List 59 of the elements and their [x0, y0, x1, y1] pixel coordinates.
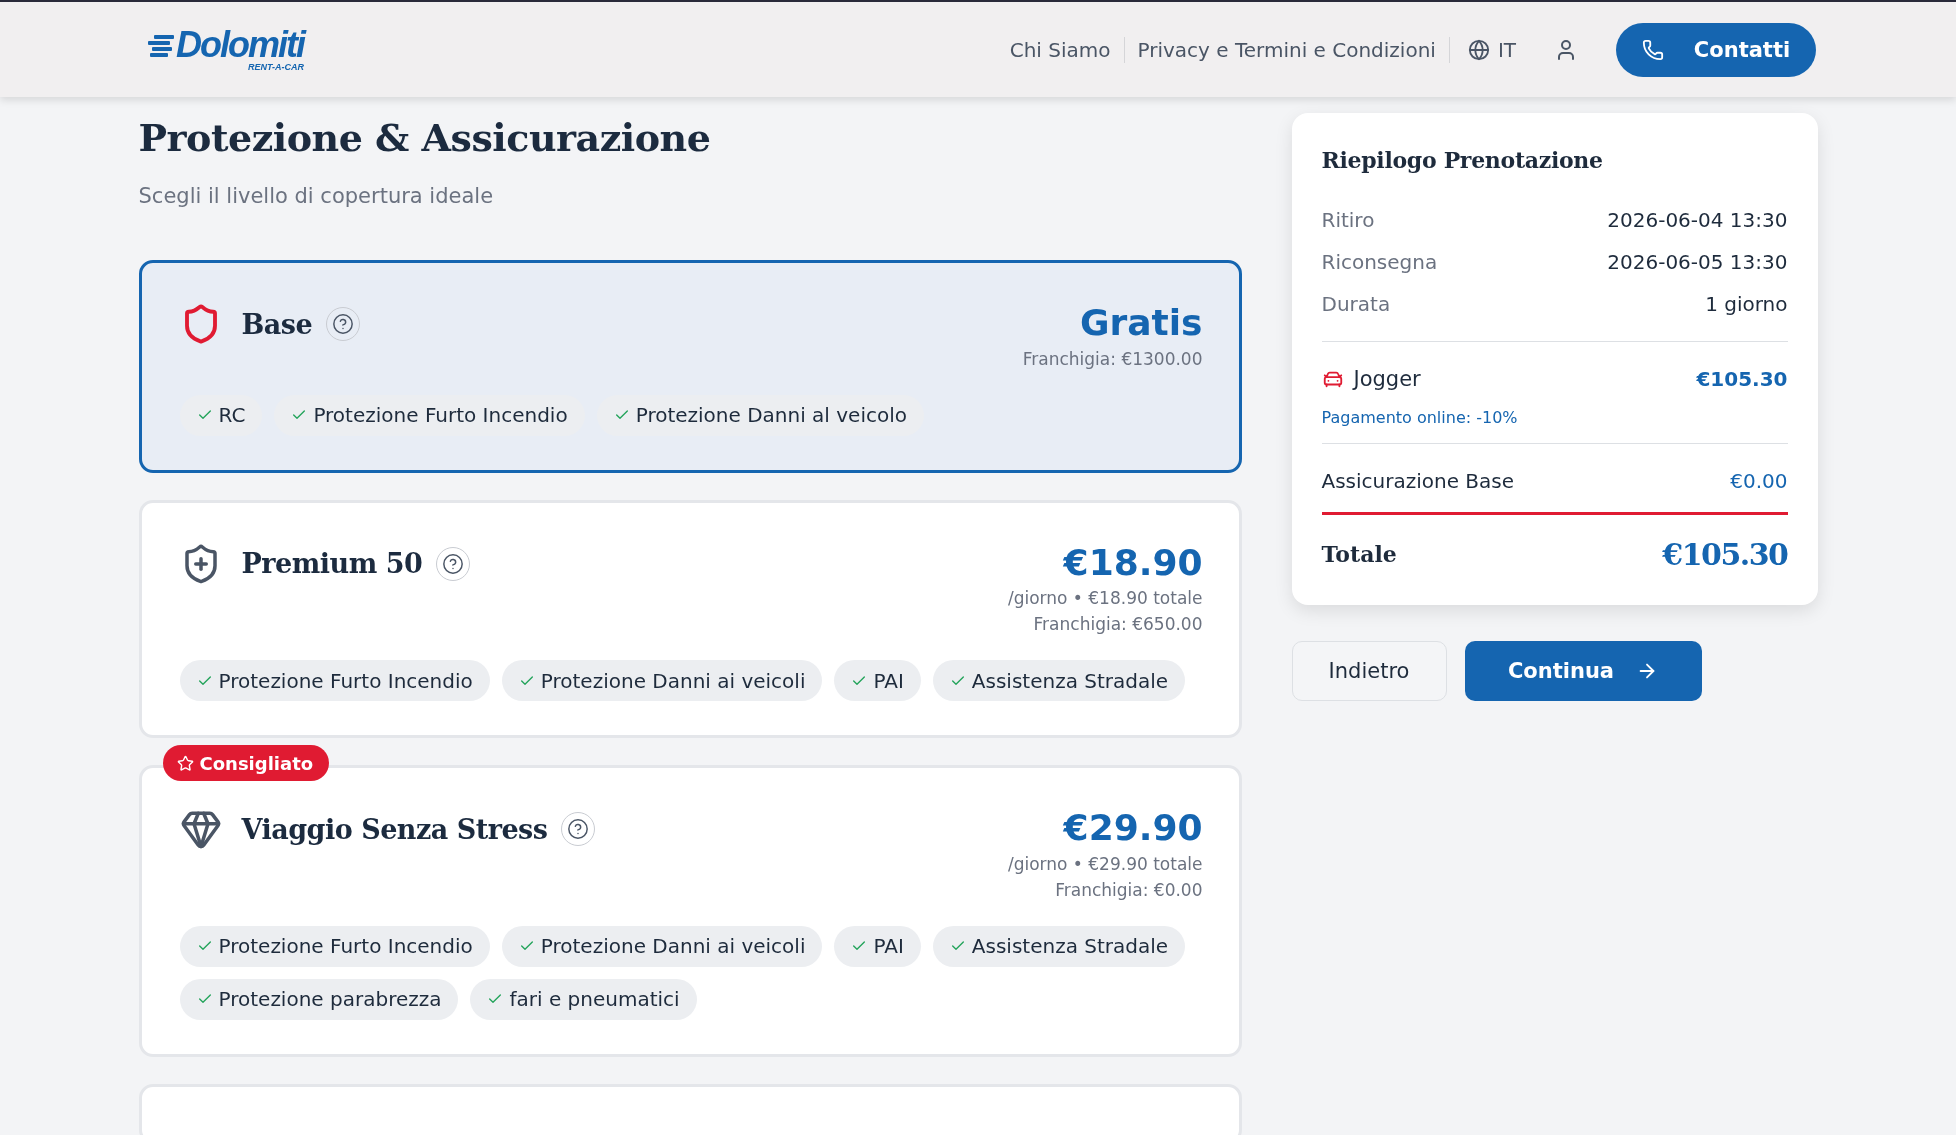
feature-chip: PAI: [834, 660, 921, 702]
continue-button[interactable]: Continua: [1464, 641, 1702, 701]
vehicle-name: Jogger: [1353, 367, 1421, 391]
feature-chip: Protezione Furto Incendio: [179, 660, 490, 702]
globe-icon: [1467, 38, 1490, 61]
summary-label: Durata: [1321, 292, 1391, 316]
plan-price: Gratis: [1079, 303, 1203, 343]
feature-chip: Protezione Furto Incendio: [274, 394, 585, 436]
summary-title: Riepilogo Prenotazione: [1321, 147, 1604, 173]
logo-tagline: RENT-A-CAR: [248, 63, 304, 72]
feature-chip: Protezione Furto Incendio: [179, 925, 490, 967]
help-icon: [567, 818, 590, 841]
page-subtitle: Scegli il livello di copertura ideale: [138, 184, 495, 208]
feature-chip: PAI: [834, 925, 921, 967]
feature-chip: RC: [179, 394, 263, 436]
plan-card[interactable]: Base Gratis Franchigia: €1300.00 RC Protezione Furto Incendio Protezione Danni al veicolo: [138, 260, 1242, 473]
summary-value: 2026-06-05 13:30: [1607, 250, 1788, 274]
language-selector[interactable]: IT: [1449, 37, 1534, 62]
discount-note: Pagamento online: -10%: [1321, 408, 1519, 427]
vehicle-price: €105.30: [1696, 367, 1788, 391]
page-title: Protezione & Assicurazione: [138, 115, 712, 160]
nav-link[interactable]: Privacy e Termini e Condizioni: [1124, 36, 1450, 63]
feature-chip: fari e pneumatici: [470, 978, 697, 1020]
daily-price: /giorno • €18.90 totale: [1007, 588, 1203, 609]
summary-label: Riconsegna: [1321, 250, 1438, 274]
feature-chip: Assistenza Stradale: [932, 925, 1186, 967]
phone-icon: [1641, 38, 1664, 61]
feature-chip: Protezione Danni al veicolo: [596, 394, 924, 436]
daily-price: /giorno • €29.90 totale: [1007, 853, 1203, 874]
star-icon: [176, 754, 194, 772]
deductible-text: Franchigia: €1300.00: [1022, 348, 1203, 369]
deductible-text: Franchigia: €650.00: [1033, 614, 1203, 635]
plan-card[interactable]: Premium 50 €18.90 /giorno • €18.90 totale Franchigia: €650.00 Protezione Furto Incendio Protezione Danni ai veicoli PAI Assistenza Stradale: [138, 499, 1242, 739]
deductible-text: Franchigia: €0.00: [1055, 879, 1203, 900]
feature-chip: Protezione parabrezza: [179, 978, 459, 1020]
summary-value: 1 giorno: [1705, 292, 1788, 316]
feature-chip: Protezione Danni ai veicoli: [501, 925, 823, 967]
total-price: €105.30: [1662, 536, 1788, 572]
nav-link[interactable]: Chi Siamo: [996, 36, 1125, 63]
plan-name: Premium 50: [241, 548, 423, 580]
insurance-price: €0.00: [1730, 469, 1788, 493]
total-label: Totale: [1321, 541, 1397, 567]
speed-lines-icon: [148, 33, 174, 59]
plan-price: €18.90: [1063, 542, 1203, 583]
plan-name: Base: [241, 308, 313, 340]
recommended-badge: Consigliato: [162, 745, 330, 782]
plan-name: Viaggio Senza Stress: [241, 813, 548, 845]
help-icon: [442, 552, 465, 575]
feature-chip: Protezione Danni ai veicoli: [501, 660, 823, 702]
summary-value: 2026-06-04 13:30: [1607, 208, 1788, 232]
logo-wordmark[interactable]: Dolomiti: [176, 27, 304, 63]
contact-button[interactable]: Contatti: [1616, 22, 1816, 77]
feature-chip: Assistenza Stradale: [932, 660, 1186, 702]
help-icon: [332, 313, 355, 335]
insurance-label: Assicurazione Base: [1321, 469, 1515, 493]
diamond-icon: [179, 808, 222, 851]
summary-label: Ritiro: [1321, 208, 1375, 232]
back-button[interactable]: Indietro: [1291, 641, 1447, 701]
plan-price: €29.90: [1063, 808, 1203, 848]
